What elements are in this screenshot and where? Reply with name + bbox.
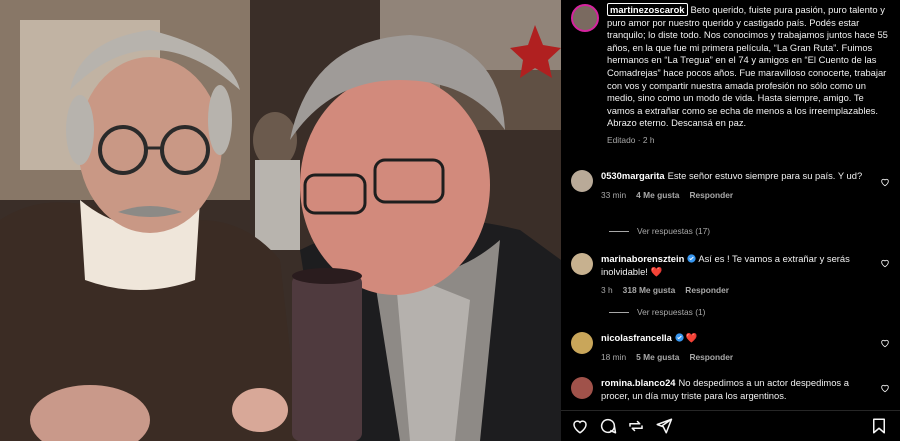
paper-plane-icon[interactable] bbox=[655, 417, 673, 435]
view-replies-label: Ver respuestas (1) bbox=[637, 307, 706, 317]
comment-like-icon[interactable] bbox=[880, 177, 890, 187]
bookmark-icon[interactable] bbox=[870, 417, 888, 435]
commenter-avatar[interactable] bbox=[571, 253, 593, 275]
commenter-avatar[interactable] bbox=[571, 332, 593, 354]
comment-item: nicolasfrancella ❤️ 18 min 5 Me gusta Res… bbox=[561, 332, 900, 363]
comment-like-icon[interactable] bbox=[880, 383, 890, 393]
reply-button[interactable]: Responder bbox=[689, 351, 733, 364]
comment-meta: 18 min 5 Me gusta Responder bbox=[601, 351, 871, 364]
comment-text: ❤️ bbox=[685, 332, 698, 343]
comment-like-icon[interactable] bbox=[880, 338, 890, 348]
comment-meta: 33 min 4 Me gusta Responder bbox=[601, 189, 871, 202]
comment-item: marinaborensztein Así es ! Te vamos a ext… bbox=[561, 253, 900, 297]
commenter-username[interactable]: romina.blanco24 bbox=[601, 377, 676, 388]
comment-likes[interactable]: 4 Me gusta bbox=[636, 189, 679, 202]
verified-badge-icon bbox=[687, 254, 696, 263]
comment-item: romina.blanco24 No despedimos a un actor … bbox=[561, 377, 900, 402]
comment-time: 3 h bbox=[601, 285, 613, 296]
post-caption: martinezoscarok Beto querido, fuiste pura… bbox=[561, 0, 900, 147]
commenter-avatar[interactable] bbox=[571, 170, 593, 192]
author-username[interactable]: martinezoscarok bbox=[607, 3, 688, 16]
comment-item: 0530margarita Este señor estuvo siempre p… bbox=[561, 170, 900, 201]
photo-illustration bbox=[0, 0, 561, 441]
speech-bubble-icon[interactable] bbox=[599, 417, 617, 435]
comment-likes[interactable]: 5 Me gusta bbox=[636, 351, 679, 364]
comment-meta: 3 h 318 Me gusta Responder bbox=[601, 284, 871, 297]
view-replies-label: Ver respuestas (17) bbox=[637, 226, 711, 236]
heart-outline-icon[interactable] bbox=[571, 417, 589, 435]
commenter-avatar[interactable] bbox=[571, 377, 593, 399]
reply-button[interactable]: Responder bbox=[685, 284, 729, 297]
post-photo[interactable] bbox=[0, 0, 561, 441]
view-replies-link[interactable]: Ver respuestas (17) bbox=[609, 226, 710, 236]
commenter-username[interactable]: marinaborensztein bbox=[601, 253, 684, 264]
author-avatar[interactable] bbox=[571, 4, 599, 32]
verified-badge-icon bbox=[675, 333, 684, 342]
view-replies-link[interactable]: Ver respuestas (1) bbox=[609, 307, 705, 317]
comment-likes[interactable]: 318 Me gusta bbox=[623, 284, 676, 297]
comment-text: Este señor estuvo siempre para su país. … bbox=[667, 170, 863, 181]
comment-time: 18 min bbox=[601, 351, 627, 362]
caption-meta: Editado · 2 h bbox=[607, 134, 655, 145]
repost-icon[interactable] bbox=[627, 417, 645, 435]
reply-button[interactable]: Responder bbox=[689, 189, 733, 202]
post-action-bar bbox=[561, 410, 900, 441]
commenter-username[interactable]: 0530margarita bbox=[601, 170, 665, 181]
comments-panel: martinezoscarok Beto querido, fuiste pura… bbox=[561, 0, 900, 441]
comment-time: 33 min bbox=[601, 189, 627, 200]
caption-text: Beto querido, fuiste pura pasión, puro t… bbox=[607, 4, 888, 129]
comment-like-icon[interactable] bbox=[880, 258, 890, 268]
commenter-username[interactable]: nicolasfrancella bbox=[601, 332, 672, 343]
